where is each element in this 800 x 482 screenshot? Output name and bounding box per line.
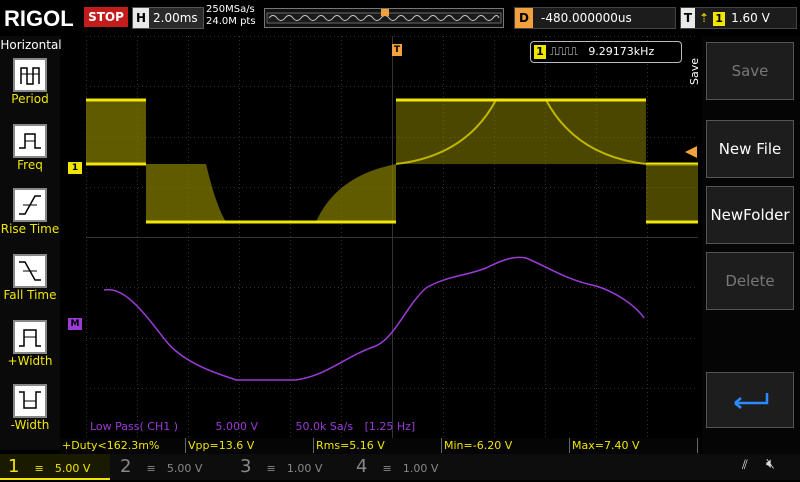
plus-width-icon bbox=[13, 320, 47, 354]
waveform-display[interactable] bbox=[86, 36, 699, 439]
measure-minus-width[interactable]: -Width bbox=[0, 384, 60, 432]
measure-vpp[interactable]: Vpp=13.6 V bbox=[186, 438, 314, 453]
measure-max[interactable]: Max=7.40 V bbox=[570, 438, 698, 453]
new-folder-button[interactable]: NewFolder bbox=[706, 186, 794, 244]
rigol-logo: RIGOL bbox=[4, 6, 74, 31]
save-button[interactable]: Save bbox=[706, 42, 794, 100]
channel-4-coupling-icon: ≡ bbox=[382, 462, 392, 475]
timebase-label: H bbox=[133, 8, 149, 28]
measure-min[interactable]: Min=-6.20 V bbox=[442, 438, 570, 453]
rise-time-label: Rise Time bbox=[0, 222, 60, 236]
channel-4-number: 4 bbox=[356, 456, 368, 477]
counter-value: 9.29173kHz bbox=[588, 45, 655, 58]
channel-2-status[interactable]: 2 ≡ 5.00 V bbox=[112, 454, 222, 480]
plus-width-label: +Width bbox=[7, 354, 53, 368]
channel-2-scale: 5.00 V bbox=[166, 462, 203, 475]
top-status-bar: RIGOL STOP H 2.00ms 250MSa/s 24.0M pts D-… bbox=[0, 0, 800, 36]
measure-rms[interactable]: Rms=5.16 V bbox=[314, 438, 442, 453]
waveform-svg bbox=[86, 36, 699, 439]
delay-label: D bbox=[515, 8, 533, 28]
speaker-muted-icon[interactable]: 🔇︎ bbox=[766, 456, 775, 472]
channel-1-scale: 5.00 V bbox=[54, 462, 91, 475]
trigger-level: 1.60 V bbox=[731, 11, 770, 25]
rising-edge-icon: ⇡ bbox=[699, 11, 710, 25]
math-info: Low Pass( CH1 ) 5.000 V 50.0k Sa/s [1.25… bbox=[90, 420, 415, 433]
channel-2-coupling-icon: ≡ bbox=[146, 462, 156, 475]
channel-3-scale: 1.00 V bbox=[286, 462, 323, 475]
math-rate: 50.0k Sa/s bbox=[295, 420, 354, 433]
freq-label: Freq bbox=[17, 158, 43, 172]
trigger-channel: 1 bbox=[713, 12, 726, 26]
period-icon bbox=[13, 58, 47, 92]
rise-time-icon bbox=[13, 188, 47, 222]
timebase-value: 2.00ms bbox=[153, 11, 198, 25]
minus-width-label: -Width bbox=[10, 418, 50, 432]
channel-2-number: 2 bbox=[120, 456, 132, 477]
square-wave-icon: ⎍⎍⎍⎍ bbox=[550, 45, 578, 58]
channel-3-coupling-icon: ≡ bbox=[266, 462, 276, 475]
measure-fall-time[interactable]: Fall Time bbox=[0, 254, 60, 302]
period-label: Period bbox=[11, 92, 49, 106]
measure-freq[interactable]: Freq bbox=[0, 124, 60, 172]
grid-lines bbox=[86, 36, 699, 439]
trigger-position-marker[interactable]: T bbox=[392, 44, 402, 56]
acquisition-info: 250MSa/s 24.0M pts bbox=[206, 4, 256, 28]
trigger-label: T bbox=[681, 8, 695, 28]
ch1-offset-marker[interactable]: 1 bbox=[68, 162, 82, 174]
measure-period[interactable]: Period bbox=[0, 58, 60, 106]
memory-position-bar[interactable] bbox=[264, 8, 504, 28]
channel-1-number: 1 bbox=[8, 456, 20, 477]
channel-4-scale: 1.00 V bbox=[402, 462, 439, 475]
fall-time-icon bbox=[13, 254, 47, 288]
delay-indicator[interactable]: D -480.000000us bbox=[514, 7, 676, 29]
math-source: Low Pass( CH1 ) bbox=[90, 420, 179, 433]
sample-rate: 250MSa/s bbox=[206, 4, 255, 15]
channel-1-status[interactable]: 1 ≡ 5.00 V bbox=[0, 454, 110, 480]
delete-button[interactable]: Delete bbox=[706, 252, 794, 310]
trigger-indicator[interactable]: T ⇡ 1 1.60 V bbox=[680, 7, 797, 29]
counter-channel: 1 bbox=[534, 45, 546, 59]
channel-3-status[interactable]: 3 ≡ 1.00 V bbox=[232, 454, 342, 480]
channel-3-number: 3 bbox=[240, 456, 252, 477]
trigger-level-marker[interactable] bbox=[685, 146, 697, 158]
measure-rise-time[interactable]: Rise Time bbox=[0, 188, 60, 236]
freq-icon bbox=[13, 124, 47, 158]
run-stop-indicator[interactable]: STOP bbox=[84, 7, 128, 27]
usb-icon: ⫽ bbox=[742, 458, 748, 473]
math-cutoff: [1.25 Hz] bbox=[364, 420, 416, 433]
channel-4-status[interactable]: 4 ≡ 1.00 V bbox=[348, 454, 458, 480]
horizontal-panel-title: Horizontal bbox=[0, 38, 62, 52]
new-file-button[interactable]: New File bbox=[706, 120, 794, 178]
memory-depth: 24.0M pts bbox=[206, 16, 256, 27]
memory-waveform-preview bbox=[266, 9, 502, 24]
measure-plus-width[interactable]: +Width bbox=[0, 320, 60, 368]
timebase-indicator[interactable]: H 2.00ms bbox=[132, 7, 204, 29]
frequency-counter: 1 ⎍⎍⎍⎍ 9.29173kHz bbox=[530, 41, 682, 63]
math-waveform bbox=[103, 256, 645, 381]
math-scale: 5.000 V bbox=[215, 420, 259, 433]
fall-time-label: Fall Time bbox=[3, 288, 57, 302]
measure-plus-duty[interactable]: +Duty<162.3m% bbox=[60, 438, 186, 453]
return-arrow-icon bbox=[734, 393, 769, 409]
delay-value: -480.000000us bbox=[541, 11, 632, 25]
save-menu-title: Save bbox=[688, 58, 701, 86]
math-offset-marker[interactable]: M bbox=[68, 318, 82, 330]
minus-width-icon bbox=[13, 384, 47, 418]
return-button[interactable] bbox=[706, 372, 794, 428]
channel-1-coupling-icon: ≡ bbox=[34, 462, 44, 475]
